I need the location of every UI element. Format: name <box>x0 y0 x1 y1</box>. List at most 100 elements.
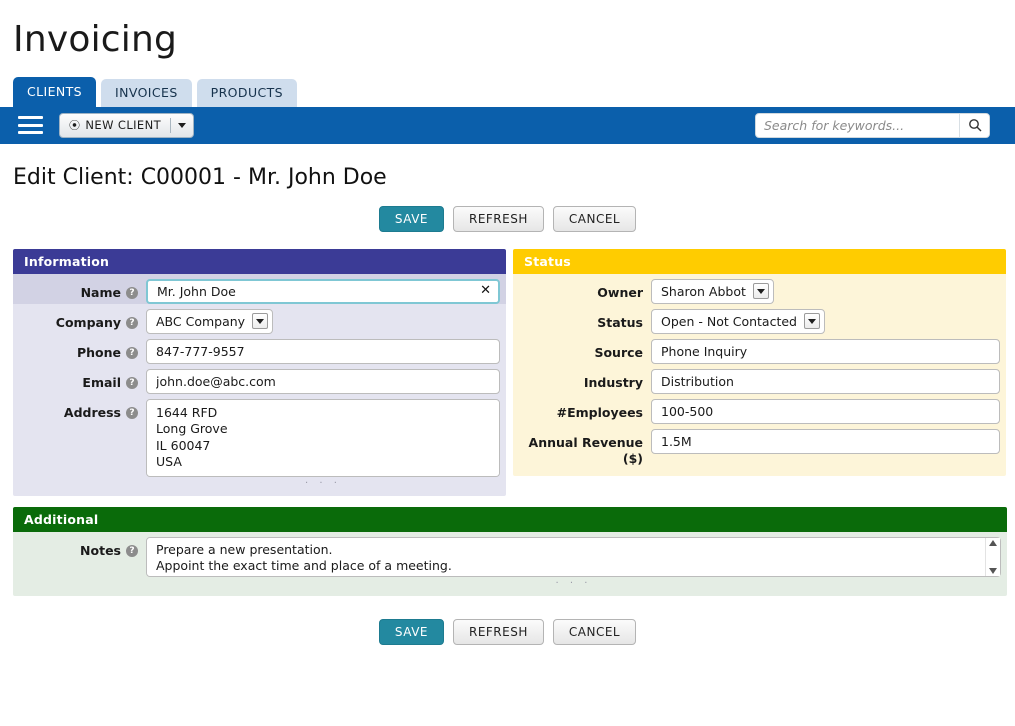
industry-label: Industry <box>583 374 643 390</box>
chevron-down-icon <box>752 283 769 300</box>
search-button[interactable] <box>959 113 989 137</box>
name-label: Name ? <box>13 279 146 301</box>
notes-field-wrap: Prepare a new presentation. Appoint the … <box>146 536 1001 588</box>
status-panel: Status Owner Sharon Abbot Status Open - … <box>513 248 1006 476</box>
save-button-top[interactable]: SAVE <box>378 205 444 232</box>
additional-panel: Additional Notes ? Prepare a new present… <box>13 506 1007 596</box>
additional-panel-title: Additional <box>13 506 1007 532</box>
email-field-wrap <box>146 368 500 394</box>
email-input[interactable] <box>146 368 500 394</box>
information-panel-title: Information <box>13 248 506 274</box>
employees-input[interactable] <box>651 398 1000 424</box>
name-help-icon[interactable]: ? <box>126 286 138 299</box>
cancel-button-bottom[interactable]: CANCEL <box>552 618 637 645</box>
company-label: Company ? <box>13 309 146 331</box>
toolbar: ⦿ NEW CLIENT <box>0 106 1015 144</box>
address-help-icon[interactable]: ? <box>126 406 138 419</box>
status-label: Status <box>597 314 643 330</box>
save-button-bottom[interactable]: SAVE <box>378 618 444 645</box>
company-help-icon[interactable]: ? <box>126 316 138 329</box>
company-field-wrap: ABC Company <box>146 308 500 334</box>
company-select-value: ABC Company <box>156 313 246 329</box>
owner-select[interactable]: Sharon Abbot <box>651 278 774 304</box>
phone-label: Phone ? <box>13 339 146 361</box>
notes-scrollbar[interactable] <box>985 537 1000 576</box>
field-row-address: Address ? 1644 RFD Long Grove IL 60047 U… <box>13 394 506 488</box>
app-title: Invoicing <box>13 19 178 60</box>
field-row-annual-revenue: Annual Revenue ($) <box>513 424 1006 467</box>
form-actions-top: SAVE REFRESH CANCEL <box>0 205 1015 232</box>
plus-circle-icon: ⦿ <box>69 118 81 132</box>
name-field-wrap: ✕ <box>146 278 500 304</box>
field-row-status: Status Open - Not Contacted <box>513 304 1006 334</box>
form-actions-bottom: SAVE REFRESH CANCEL <box>0 618 1015 645</box>
annual-revenue-field-wrap <box>651 428 1000 454</box>
notes-help-icon[interactable]: ? <box>126 544 138 557</box>
field-row-email: Email ? <box>13 364 506 394</box>
address-textarea[interactable]: 1644 RFD Long Grove IL 60047 USA <box>146 398 500 477</box>
status-select[interactable]: Open - Not Contacted <box>651 308 825 334</box>
refresh-button-top[interactable]: REFRESH <box>452 205 544 232</box>
source-label: Source <box>594 344 643 360</box>
status-select-value: Open - Not Contacted <box>661 313 797 329</box>
tab-products-label: PRODUCTS <box>210 85 283 101</box>
refresh-button-bottom[interactable]: REFRESH <box>452 618 544 645</box>
field-row-industry: Industry <box>513 364 1006 394</box>
owner-label: Owner <box>597 284 643 300</box>
status-panel-body: Owner Sharon Abbot Status Open - Not Con… <box>513 273 1006 476</box>
search-icon <box>968 119 981 132</box>
field-row-company: Company ? ABC Company <box>13 304 506 334</box>
panel-container: Information Name ? ✕ Company ? <box>13 248 1006 496</box>
chevron-down-icon <box>252 313 269 330</box>
information-panel-body: Name ? ✕ Company ? ABC Company <box>13 273 506 496</box>
button-divider <box>170 117 172 133</box>
phone-field-wrap <box>146 338 500 364</box>
company-select[interactable]: ABC Company <box>146 308 274 334</box>
address-label: Address ? <box>13 399 146 421</box>
new-client-button[interactable]: ⦿ NEW CLIENT <box>59 112 195 138</box>
new-client-label: NEW CLIENT <box>85 118 162 133</box>
address-field-wrap: 1644 RFD Long Grove IL 60047 USA · · · <box>146 398 500 488</box>
tab-invoices-label: INVOICES <box>115 85 178 101</box>
status-panel-title: Status <box>513 248 1006 274</box>
field-row-phone: Phone ? <box>13 334 506 364</box>
tab-products[interactable]: PRODUCTS <box>196 78 297 107</box>
status-field-wrap: Open - Not Contacted <box>651 308 1000 334</box>
email-label: Email ? <box>13 369 146 391</box>
annual-revenue-label: Annual Revenue ($) <box>528 434 643 466</box>
tab-clients-label: CLIENTS <box>27 84 82 100</box>
tab-invoices[interactable]: INVOICES <box>101 78 192 107</box>
search-input[interactable] <box>756 113 959 137</box>
page-title: Edit Client: C00001 - Mr. John Doe <box>13 164 387 190</box>
search-box[interactable] <box>755 112 990 138</box>
field-row-source: Source <box>513 334 1006 364</box>
chevron-down-icon <box>803 313 820 330</box>
address-resize-grip[interactable]: · · · <box>146 477 500 488</box>
main-tab-bar: CLIENTS INVOICES PRODUCTS <box>0 76 1015 107</box>
hamburger-icon[interactable] <box>18 116 43 135</box>
notes-resize-grip[interactable]: · · · <box>146 577 1001 588</box>
field-row-name: Name ? ✕ <box>13 273 506 304</box>
information-panel: Information Name ? ✕ Company ? <box>13 248 506 496</box>
email-help-icon[interactable]: ? <box>126 376 138 389</box>
source-input[interactable] <box>651 338 1000 364</box>
employees-field-wrap <box>651 398 1000 424</box>
tab-clients[interactable]: CLIENTS <box>13 76 96 107</box>
industry-input[interactable] <box>651 368 1000 394</box>
chevron-up-icon[interactable] <box>989 539 997 546</box>
industry-field-wrap <box>651 368 1000 394</box>
close-icon[interactable]: ✕ <box>480 283 491 299</box>
annual-revenue-input[interactable] <box>651 428 1000 454</box>
additional-panel-body: Notes ? Prepare a new presentation. Appo… <box>13 531 1007 596</box>
field-row-employees: #Employees <box>513 394 1006 424</box>
notes-textarea[interactable]: Prepare a new presentation. Appoint the … <box>146 536 1001 577</box>
cancel-button-top[interactable]: CANCEL <box>552 205 637 232</box>
chevron-down-icon[interactable] <box>178 122 187 128</box>
chevron-down-icon[interactable] <box>989 567 997 574</box>
phone-input[interactable] <box>146 338 500 364</box>
phone-help-icon[interactable]: ? <box>126 346 138 359</box>
owner-select-value: Sharon Abbot <box>661 283 746 299</box>
source-field-wrap <box>651 338 1000 364</box>
notes-label: Notes ? <box>13 537 146 559</box>
name-input[interactable] <box>146 278 500 304</box>
